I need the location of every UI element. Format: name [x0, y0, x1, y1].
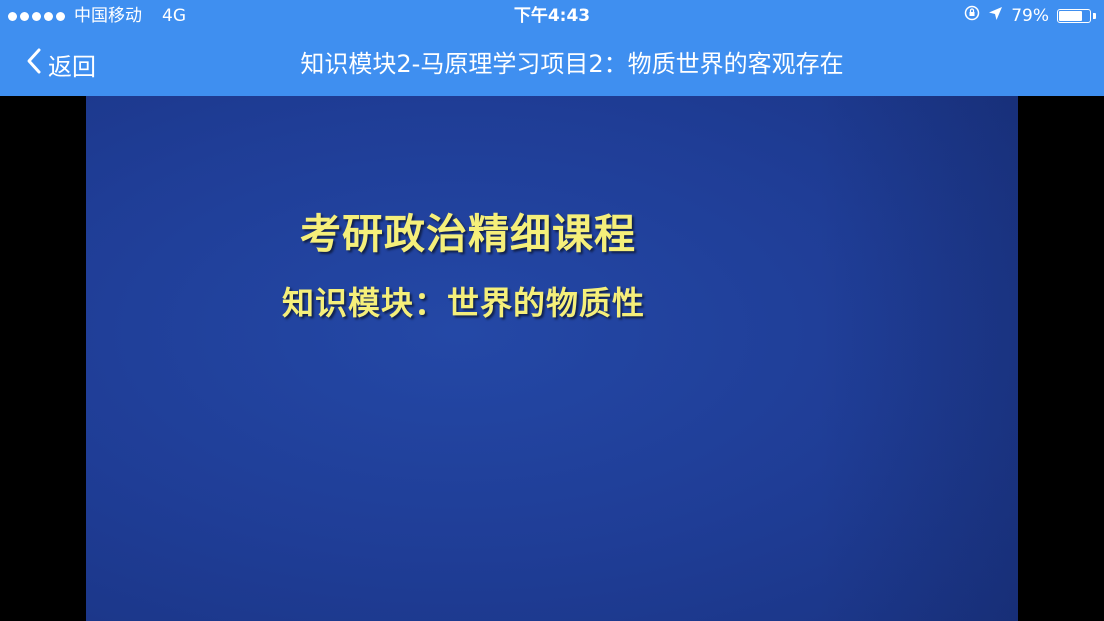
orientation-lock-icon: [964, 0, 980, 32]
battery-tip: [1093, 13, 1096, 19]
battery-icon: [1057, 9, 1091, 23]
status-right: 79%: [964, 0, 1096, 32]
video-player[interactable]: 考研政治精细课程 知识模块：世界的物质性: [86, 96, 1018, 621]
header: 中国移动 4G 下午4:43 79% 返回 知识模块2-马原理学习项目2：物质世…: [0, 0, 1104, 96]
status-time: 下午4:43: [513, 6, 591, 26]
page-title: 知识模块2-马原理学习项目2：物质世界的客观存在: [300, 50, 844, 78]
app-screen: 中国移动 4G 下午4:43 79% 返回 知识模块2-马原理学习项目2：物质世…: [0, 0, 1104, 621]
video-subtitle: 知识模块：世界的物质性: [282, 284, 646, 322]
nav-bar: 返回 知识模块2-马原理学习项目2：物质世界的客观存在: [0, 32, 1104, 96]
video-title: 考研政治精细课程: [300, 210, 636, 258]
battery-percent: 79%: [1011, 6, 1049, 26]
video-shade: [818, 96, 1018, 621]
status-bar: 中国移动 4G 下午4:43 79%: [0, 0, 1104, 32]
location-arrow-icon: [988, 0, 1003, 32]
